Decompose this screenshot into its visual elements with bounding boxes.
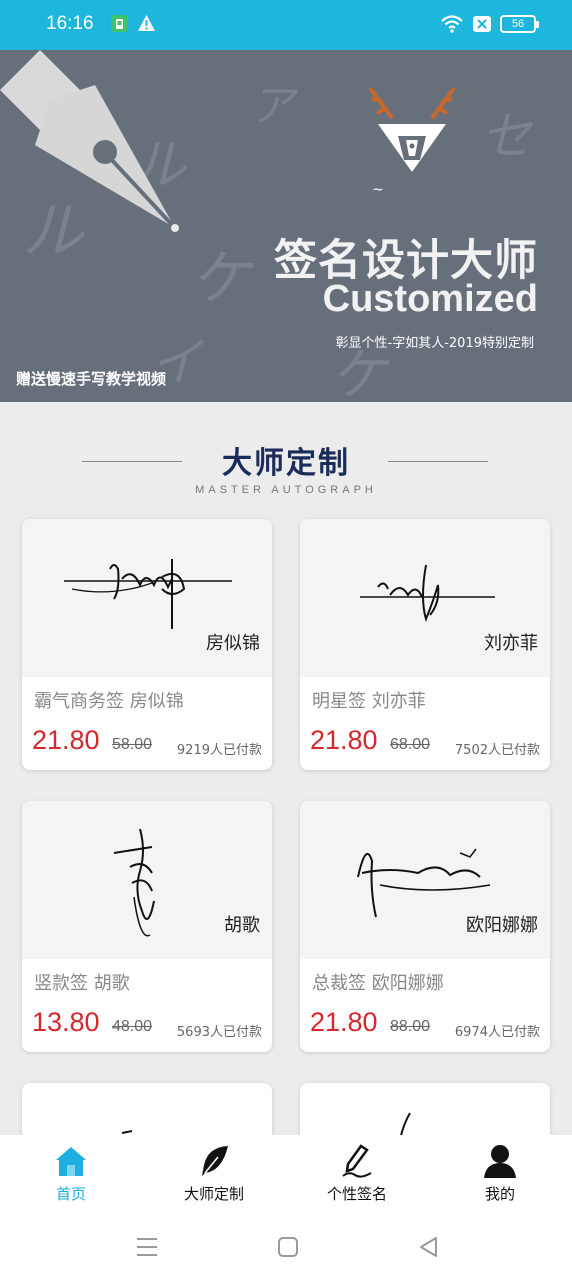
- banner-gift-text: 赠送慢速手写教学视频: [16, 370, 167, 388]
- card-title: 总裁签 欧阳娜娜: [312, 973, 444, 994]
- product-card[interactable]: 胡歌 竖款签 胡歌 13.80 48.00 5693人已付款: [22, 801, 272, 1052]
- nav-label: 我的: [484, 1185, 515, 1203]
- sim-x-icon: [473, 16, 491, 32]
- card-original-price: 68.00: [390, 736, 431, 753]
- card-original-price: 48.00: [112, 1018, 153, 1035]
- banner-title-en: Customized: [322, 278, 538, 320]
- pen-icon: [342, 1144, 372, 1178]
- card-title: 竖款签 胡歌: [34, 973, 130, 994]
- section-subtitle: MASTER AUTOGRAPH: [195, 484, 377, 496]
- signature-image: 胡歌: [22, 801, 272, 959]
- product-card[interactable]: [300, 1083, 550, 1143]
- card-price: 13.80: [32, 1007, 100, 1037]
- promo-banner[interactable]: ル ル ケ ア セ ケ イ ~ 签名设计大师 Customized 彰显个性-字…: [0, 50, 572, 402]
- feather-icon: [202, 1146, 228, 1176]
- card-price: 21.80: [310, 1007, 378, 1037]
- menu-icon[interactable]: [134, 1234, 160, 1260]
- nav-personal-signature[interactable]: 个性签名: [297, 1143, 417, 1204]
- battery-icon: 56: [500, 15, 539, 33]
- fountain-pen-icon: [0, 50, 179, 232]
- signature-name: 胡歌: [224, 915, 260, 936]
- signature-name: 欧阳娜娜: [466, 915, 538, 936]
- svg-text:~: ~: [372, 182, 384, 198]
- signature-name: 房似锦: [206, 633, 260, 654]
- product-card[interactable]: 欧阳娜娜 总裁签 欧阳娜娜 21.80 88.00 6974人已付款: [300, 801, 550, 1052]
- back-icon[interactable]: [416, 1234, 442, 1260]
- signature-image: [399, 1112, 411, 1140]
- background-calligraphy: セ: [480, 107, 533, 167]
- card-price: 21.80: [310, 725, 378, 755]
- card-paid-count: 7502人已付款: [454, 743, 540, 758]
- signature-image: 房似锦: [22, 519, 272, 677]
- nav-home[interactable]: 首页: [11, 1143, 131, 1204]
- signature-image: [121, 1130, 133, 1134]
- app-notification-icon: [111, 15, 128, 32]
- warning-icon: [138, 15, 155, 31]
- status-right-icons: 56: [440, 14, 539, 34]
- card-paid-count: 6974人已付款: [454, 1025, 540, 1040]
- status-bar: 16:16 56: [0, 0, 572, 50]
- divider-right: [388, 461, 488, 462]
- product-card[interactable]: [22, 1083, 272, 1143]
- bottom-navigation: 首页 大师定制 个性签名 我的: [0, 1135, 572, 1215]
- system-navigation-bar: [0, 1215, 572, 1280]
- user-icon: [484, 1145, 516, 1178]
- status-time: 16:16: [46, 13, 94, 34]
- nav-label: 个性签名: [326, 1185, 387, 1203]
- home-icon: [56, 1147, 86, 1176]
- card-title: 霸气商务签 房似锦: [34, 691, 184, 712]
- card-paid-count: 5693人已付款: [176, 1025, 262, 1040]
- signature-image: 刘亦菲: [300, 519, 550, 677]
- deer-pen-logo: ~: [368, 86, 456, 198]
- wifi-icon: [441, 15, 463, 33]
- status-left-icons: [110, 14, 156, 33]
- card-original-price: 58.00: [112, 736, 153, 753]
- nav-master-custom[interactable]: 大师定制: [154, 1143, 274, 1204]
- signature-name: 刘亦菲: [484, 633, 538, 654]
- product-card[interactable]: 房似锦 霸气商务签 房似锦 21.80 58.00 9219人已付款: [22, 519, 272, 770]
- card-title: 明星签 刘亦菲: [312, 691, 426, 712]
- battery-level: 56: [511, 18, 525, 30]
- background-calligraphy: ア: [250, 81, 294, 132]
- nav-label: 首页: [55, 1185, 86, 1203]
- signature-image: 欧阳娜娜: [300, 801, 550, 959]
- section-title: 大师定制: [222, 446, 350, 481]
- card-paid-count: 9219人已付款: [176, 743, 262, 758]
- home-square-icon[interactable]: [275, 1234, 301, 1260]
- banner-slogan: 彰显个性-字如其人-2019特别定制: [335, 336, 534, 351]
- nav-profile[interactable]: 我的: [440, 1143, 560, 1204]
- product-card[interactable]: 刘亦菲 明星签 刘亦菲 21.80 68.00 7502人已付款: [300, 519, 550, 770]
- card-original-price: 88.00: [390, 1018, 431, 1035]
- nav-label: 大师定制: [183, 1185, 244, 1203]
- card-price: 21.80: [32, 725, 100, 755]
